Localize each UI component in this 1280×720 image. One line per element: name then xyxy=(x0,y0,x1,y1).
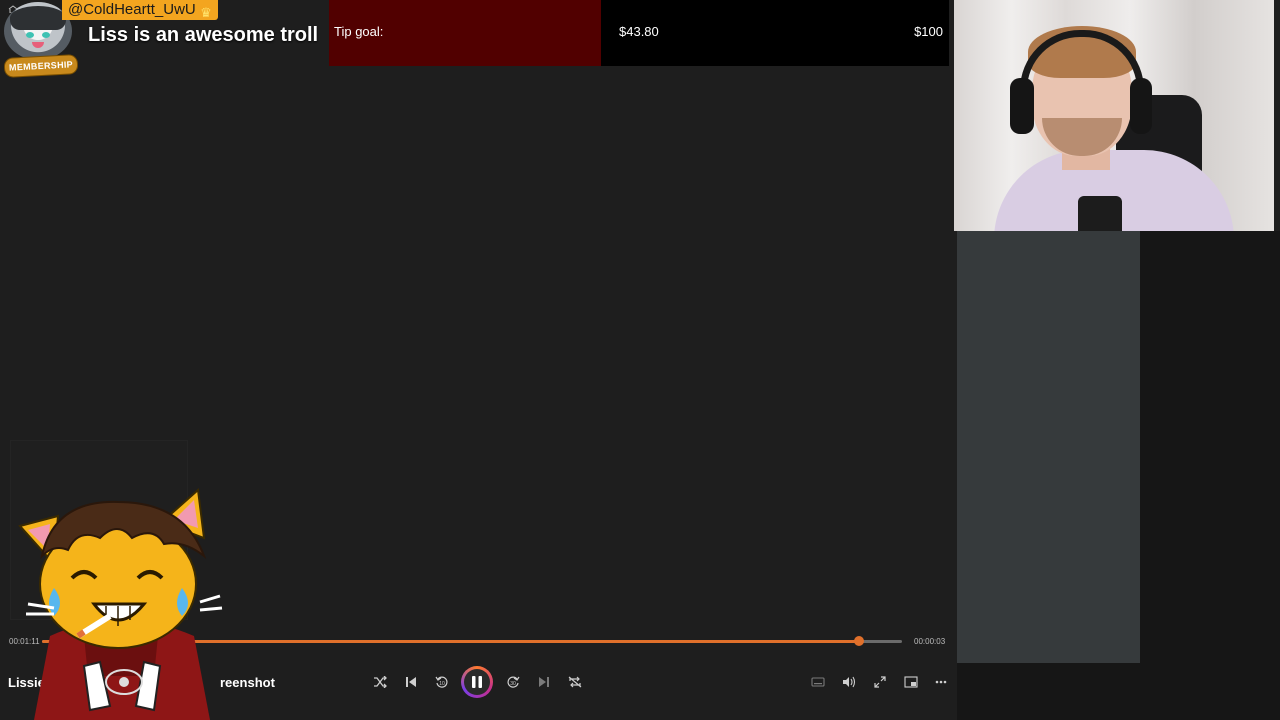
svg-text:30: 30 xyxy=(510,681,516,687)
tip-goal-label: Tip goal: xyxy=(334,24,384,39)
next-icon[interactable] xyxy=(533,672,555,692)
repeat-off-icon[interactable] xyxy=(564,672,586,692)
side-panel xyxy=(957,231,1140,663)
alert-username: @ColdHeartt_UwU ♛ xyxy=(62,0,218,20)
forward-30-icon[interactable]: 30 xyxy=(502,672,524,692)
svg-text:10: 10 xyxy=(439,681,445,687)
fullscreen-icon[interactable] xyxy=(869,672,891,692)
side-panel-bottom xyxy=(957,663,1140,720)
crown-icon: ♛ xyxy=(200,5,212,20)
subtitles-icon[interactable] xyxy=(807,672,829,692)
tip-goal-bar: Tip goal: $43.80 $100 xyxy=(329,0,949,66)
pip-icon[interactable] xyxy=(900,672,922,692)
tip-goal-current: $43.80 xyxy=(619,24,659,39)
previous-icon[interactable] xyxy=(400,672,422,692)
pause-button[interactable] xyxy=(461,666,493,698)
more-icon[interactable] xyxy=(930,672,952,692)
alert-message: Liss is an awesome troll xyxy=(88,24,319,46)
tip-goal-target: $100 xyxy=(914,24,943,39)
microphone xyxy=(1078,196,1122,231)
rewind-10-icon[interactable]: 10 xyxy=(431,672,453,692)
alert-username-text: @ColdHeartt_UwU xyxy=(68,1,196,18)
home-icon xyxy=(8,0,18,14)
membership-badge: MEMBERSHIP xyxy=(3,54,79,78)
track-title-end: reenshot xyxy=(220,675,275,690)
time-remaining: 00:00:03 xyxy=(914,637,946,646)
webcam-feed xyxy=(954,0,1274,231)
shuffle-icon[interactable] xyxy=(369,672,391,692)
pause-icon xyxy=(464,669,490,695)
progress-thumb[interactable] xyxy=(854,636,864,646)
volume-icon[interactable] xyxy=(838,672,860,692)
side-panel-dark xyxy=(1140,231,1280,720)
mascot-emote xyxy=(18,487,223,720)
